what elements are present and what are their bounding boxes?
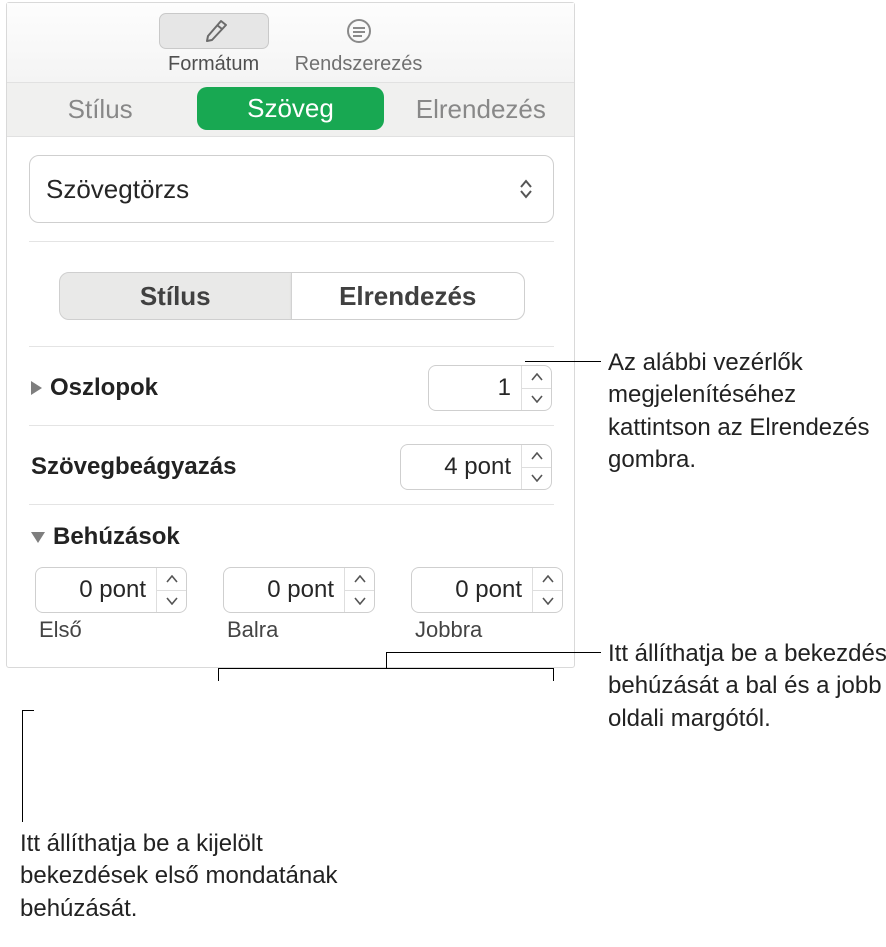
indent-left-caption: Balra [223, 617, 375, 643]
callout-first-line: Itt állíthatja be a kijelölt bekezdések … [20, 828, 360, 925]
indents-row: 0 pont Első 0 pont Balra [29, 555, 554, 643]
indent-right-stepper[interactable]: 0 pont [411, 567, 563, 613]
columns-label: Oszlopok [50, 374, 158, 402]
columns-stepper[interactable]: 1 [428, 365, 552, 411]
tab-style[interactable]: Stílus [7, 88, 193, 129]
list-icon [304, 13, 414, 49]
callout-leader [386, 652, 601, 653]
text-inset-stepper[interactable]: 4 pont [400, 444, 552, 490]
stepper-buttons[interactable] [344, 568, 374, 612]
stepper-down-icon[interactable] [522, 389, 551, 411]
stepper-down-icon[interactable] [533, 591, 562, 613]
indent-left-value: 0 pont [224, 576, 344, 604]
stepper-up-icon[interactable] [533, 568, 562, 591]
paragraph-style-select[interactable]: Szövegtörzs [29, 155, 554, 223]
indent-right-caption: Jobbra [411, 617, 563, 643]
segment-layout[interactable]: Elrendezés [291, 273, 524, 319]
text-inset-row: Szövegbeágyazás 4 pont [29, 426, 554, 504]
stepper-buttons[interactable] [532, 568, 562, 612]
text-subsegment: Stílus Elrendezés [59, 272, 525, 320]
indent-left-cell: 0 pont Balra [223, 567, 375, 643]
indent-first-stepper[interactable]: 0 pont [35, 567, 187, 613]
tab-text[interactable]: Szöveg [197, 87, 383, 130]
indent-first-caption: Első [35, 617, 187, 643]
stepper-buttons[interactable] [521, 445, 551, 489]
format-tab-button[interactable]: Formátum [159, 13, 269, 76]
indent-right-cell: 0 pont Jobbra [411, 567, 563, 643]
stepper-buttons[interactable] [521, 366, 551, 410]
columns-value: 1 [429, 374, 521, 402]
callout-layout-button: Az alábbi vezérlők megjelenítéséhez katt… [608, 347, 886, 477]
segment-style[interactable]: Stílus [60, 273, 292, 319]
chevron-up-down-icon [519, 179, 533, 199]
chevron-down-icon[interactable] [31, 532, 45, 543]
organize-tab-label: Rendszerezés [295, 53, 423, 76]
callout-lr-margin: Itt állíthatja be a bekezdés behúzását a… [608, 638, 886, 735]
inspector-toolbar: Formátum Rendszerezés [7, 3, 574, 83]
stepper-up-icon[interactable] [157, 568, 186, 591]
columns-row: Oszlopok 1 [29, 347, 554, 425]
stepper-buttons[interactable] [156, 568, 186, 612]
text-inset-label: Szövegbeágyazás [31, 453, 236, 481]
stepper-down-icon[interactable] [157, 591, 186, 613]
stepper-down-icon[interactable] [522, 468, 551, 490]
indent-first-value: 0 pont [36, 576, 156, 604]
stepper-up-icon[interactable] [345, 568, 374, 591]
indent-right-value: 0 pont [412, 576, 532, 604]
stepper-down-icon[interactable] [345, 591, 374, 613]
inspector-subtabs: Stílus Szöveg Elrendezés [7, 83, 574, 137]
callout-leader [386, 652, 387, 668]
inspector-body: Szövegtörzs Stílus Elrendezés Oszlopok 1 [7, 137, 574, 667]
inspector-panel: Formátum Rendszerezés Stílus Szöveg Elre… [6, 2, 575, 668]
indent-left-stepper[interactable]: 0 pont [223, 567, 375, 613]
text-inset-value: 4 pont [401, 453, 521, 481]
stepper-up-icon[interactable] [522, 445, 551, 468]
indent-first-cell: 0 pont Első [35, 567, 187, 643]
paintbrush-icon [159, 13, 269, 49]
callout-leader [525, 361, 601, 362]
paragraph-style-value: Szövegtörzs [46, 174, 189, 205]
format-tab-label: Formátum [168, 53, 259, 76]
chevron-right-icon[interactable] [31, 381, 42, 395]
callout-leader [22, 710, 23, 822]
stepper-up-icon[interactable] [522, 366, 551, 389]
organize-tab-button[interactable]: Rendszerezés [295, 13, 423, 76]
tab-layout[interactable]: Elrendezés [388, 88, 574, 129]
indents-label: Behúzások [53, 523, 180, 551]
callout-bracket [218, 668, 554, 680]
callout-leader [22, 710, 34, 711]
